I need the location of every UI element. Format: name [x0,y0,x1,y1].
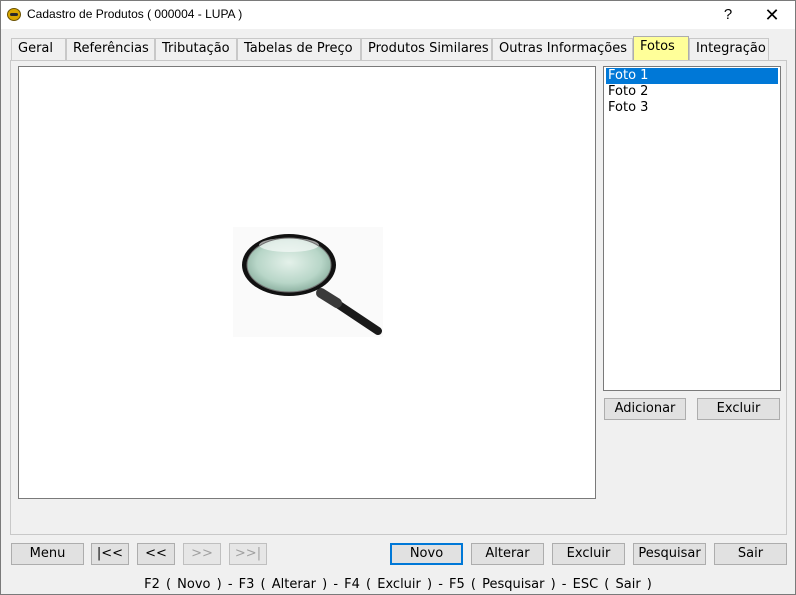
tab-referencias[interactable]: Referências [66,38,155,60]
first-record-button[interactable]: |<< [91,543,129,565]
new-button[interactable]: Novo [390,543,463,565]
next-record-button[interactable]: >> [183,543,221,565]
delete-photo-button[interactable]: Excluir [697,398,780,420]
magnifying-glass-icon [233,227,383,337]
tab-integracao[interactable]: Integração [689,38,769,60]
photo-viewer [18,66,596,499]
help-button[interactable]: ? [706,1,750,29]
product-register-window: Cadastro de Produtos ( 000004 - LUPA ) ?… [0,0,796,595]
title-bar: Cadastro de Produtos ( 000004 - LUPA ) ?… [1,1,795,29]
edit-button[interactable]: Alterar [471,543,544,565]
add-photo-button[interactable]: Adicionar [604,398,686,420]
app-icon [7,8,21,21]
tab-fotos[interactable]: Fotos [633,36,689,61]
tab-tributacao[interactable]: Tributação [155,38,237,60]
exit-button[interactable]: Sair [714,543,787,565]
tab-tabelas-de-preco[interactable]: Tabelas de Preço [237,38,361,60]
tab-produtos-similares[interactable]: Produtos Similares [361,38,492,60]
close-button[interactable]: ✕ [750,1,794,29]
list-item[interactable]: Foto 2 [606,84,778,100]
delete-button[interactable]: Excluir [552,543,625,565]
list-item[interactable]: Foto 3 [606,100,778,116]
search-button[interactable]: Pesquisar [633,543,706,565]
shortcut-status-bar: F2 ( Novo ) - F3 ( Alterar ) - F4 ( Excl… [144,577,652,592]
last-record-button[interactable]: >>| [229,543,267,565]
tab-outras-informacoes[interactable]: Outras Informações [492,38,633,60]
window-title: Cadastro de Produtos ( 000004 - LUPA ) [27,7,243,21]
photo-list[interactable]: Foto 1 Foto 2 Foto 3 [603,66,781,391]
tab-geral[interactable]: Geral [11,38,66,60]
previous-record-button[interactable]: << [137,543,175,565]
list-item[interactable]: Foto 1 [606,68,778,84]
menu-button[interactable]: Menu [11,543,84,565]
